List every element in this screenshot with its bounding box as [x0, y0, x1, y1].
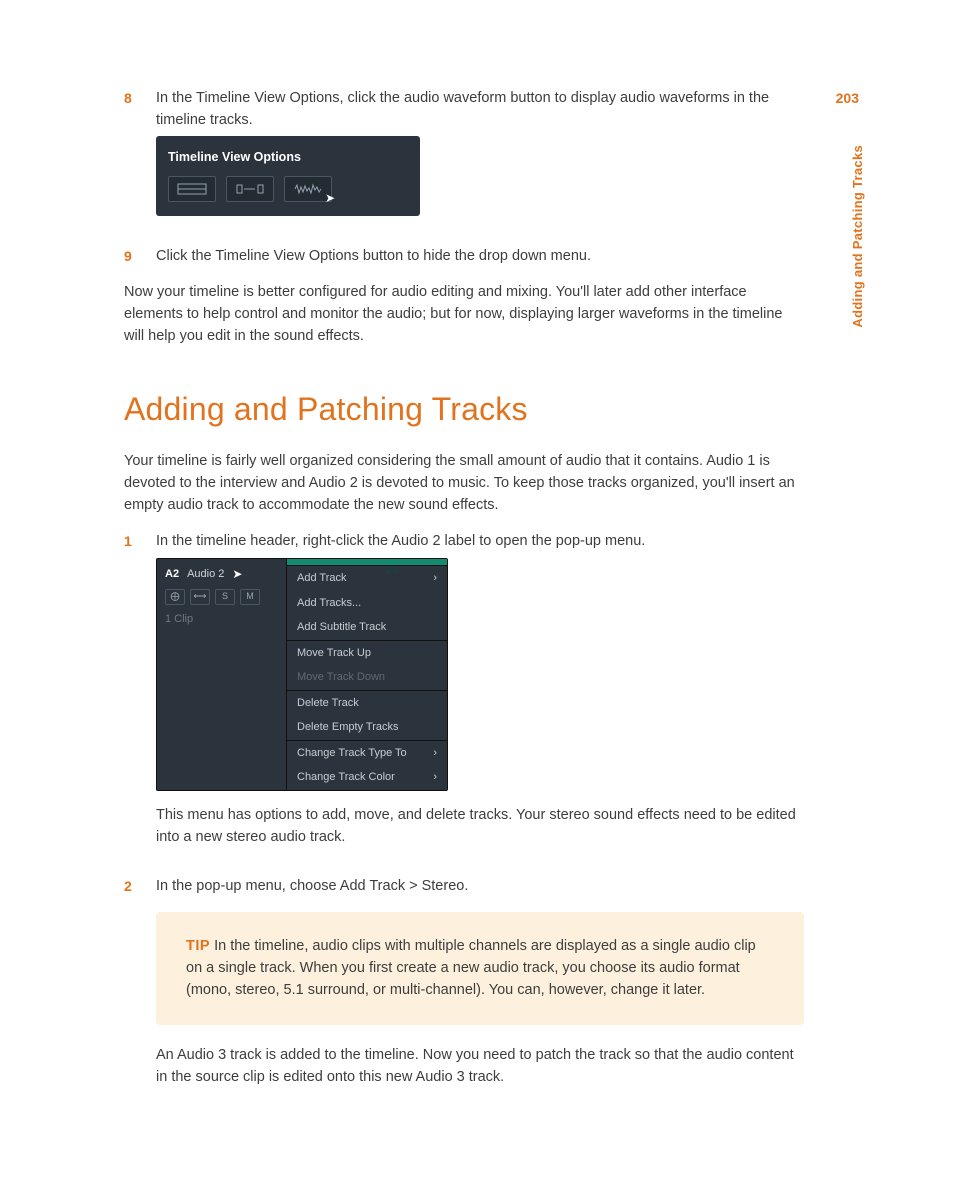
tip-label: TIP [186, 938, 210, 954]
track-chips: ⨁ ⟷ S M [165, 589, 278, 605]
filmstrip-mode-icon[interactable] [168, 176, 216, 202]
audio-waveform-icon[interactable]: ➤ [284, 176, 332, 202]
thumbnail-mode-icon[interactable] [226, 176, 274, 202]
timeline-view-options-title: Timeline View Options [168, 148, 408, 167]
link-icon[interactable]: ⟷ [190, 589, 210, 605]
menu-change-track-type[interactable]: Change Track Type To› [287, 741, 447, 766]
step-number-8: 8 [124, 88, 156, 232]
tip-text: In the timeline, audio clips with multip… [186, 938, 756, 998]
cursor-icon: ➤ [325, 189, 335, 207]
step-9-text: Click the Timeline View Options button t… [156, 248, 591, 264]
menu-delete-track[interactable]: Delete Track [287, 691, 447, 716]
step-2-text: In the pop-up menu, choose Add Track > S… [156, 878, 468, 894]
step-number-2: 2 [124, 876, 156, 898]
step-number-9: 9 [124, 246, 156, 268]
context-menu: 2.0 Add Track› Add Tracks... Add Subtitl… [287, 559, 447, 790]
track-header: A2 Audio 2 ➤ ⨁ ⟷ S M 1 Clip [157, 559, 287, 790]
section-intro: Your timeline is fairly well organized c… [124, 451, 804, 516]
chevron-right-icon: › [433, 745, 437, 762]
timeline-view-options-panel: Timeline View Options [156, 136, 420, 217]
solo-button[interactable]: S [215, 589, 235, 605]
track-popup-screenshot: A2 Audio 2 ➤ ⨁ ⟷ S M 1 Clip [156, 558, 448, 791]
chevron-right-icon: › [433, 570, 437, 587]
chevron-right-icon: › [433, 769, 437, 786]
menu-move-track-down: Move Track Down [287, 665, 447, 690]
step-8-text: In the Timeline View Options, click the … [156, 90, 769, 128]
track-id: A2 [165, 566, 179, 583]
step-1-followup: This menu has options to add, move, and … [156, 805, 804, 849]
menu-add-tracks[interactable]: Add Tracks... [287, 591, 447, 616]
step-number-1: 1 [124, 531, 156, 863]
section-heading: Adding and Patching Tracks [124, 385, 804, 433]
clip-count: 1 Clip [165, 611, 278, 628]
cursor-icon: ➤ [232, 565, 242, 583]
track-name: Audio 2 [187, 566, 224, 583]
intro-paragraph: Now your timeline is better configured f… [124, 282, 804, 347]
mute-button[interactable]: M [240, 589, 260, 605]
side-section-title: Adding and Patching Tracks [848, 145, 868, 328]
menu-add-subtitle-track[interactable]: Add Subtitle Track [287, 615, 447, 640]
page-number: 203 [836, 88, 859, 109]
closing-paragraph: An Audio 3 track is added to the timelin… [156, 1045, 804, 1089]
tip-box: TIP In the timeline, audio clips with mu… [156, 912, 804, 1025]
step-1-text: In the timeline header, right-click the … [156, 533, 645, 549]
lock-icon[interactable]: ⨁ [165, 589, 185, 605]
menu-move-track-up[interactable]: Move Track Up [287, 641, 447, 666]
menu-change-track-color[interactable]: Change Track Color› [287, 765, 447, 790]
menu-delete-empty-tracks[interactable]: Delete Empty Tracks [287, 715, 447, 740]
